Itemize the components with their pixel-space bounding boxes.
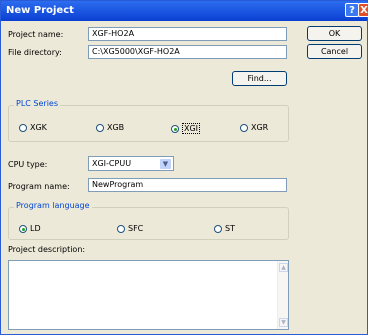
radio-indicator [240,123,248,132]
radio-selected-indicator [171,124,179,133]
radio-indicator [96,123,104,132]
project-description-label: Project description: [8,245,86,254]
radio-indicator [214,224,222,233]
radio-selected-indicator [19,224,27,233]
project-name-label: Project name: [8,30,64,39]
radio-xgb[interactable]: XGB [96,123,124,132]
cpu-type-select[interactable]: XGI-CPUU ▼ [88,156,174,171]
radio-xgi-label: XGI [182,123,201,134]
chevron-down-icon[interactable]: ▼ [159,158,172,170]
radio-indicator [19,123,27,132]
radio-xgk[interactable]: XGK [19,123,47,132]
plc-series-legend: PLC Series [14,99,61,108]
program-language-legend: Program language [14,201,92,210]
scroll-down-icon[interactable]: ▼ [279,318,288,327]
radio-st-label: ST [225,224,235,233]
dialog-title: New Project [6,5,74,16]
radio-sfc-label: SFC [128,224,144,233]
cpu-type-label: CPU type: [8,160,48,169]
find-button[interactable]: Find... [232,71,287,86]
radio-ld-label: LD [30,224,41,233]
title-bar: New Project ? X [1,1,368,21]
cpu-type-value: XGI-CPUU [92,159,132,168]
file-directory-label: File directory: [8,48,62,57]
vertical-scrollbar[interactable]: ▲ ▼ [277,261,288,329]
radio-sfc[interactable]: SFC [117,224,143,233]
file-directory-input[interactable]: C:\XG5000\XGF-HO2A [88,45,287,59]
ok-button[interactable]: OK [307,26,362,41]
radio-st[interactable]: ST [214,224,235,233]
new-project-dialog: New Project ? X Project name: XGF-HO2A F… [0,0,368,335]
program-name-label: Program name: [8,182,70,191]
radio-xgk-label: XGK [30,123,47,132]
cancel-button[interactable]: Cancel [307,44,362,59]
program-name-input[interactable]: NewProgram [88,178,287,192]
help-button[interactable]: ? [345,3,359,17]
radio-xgr-label: XGR [251,123,269,132]
radio-xgr[interactable]: XGR [240,123,268,132]
radio-xgi[interactable]: XGI [171,123,201,134]
program-language-group [8,207,289,240]
scroll-up-icon[interactable]: ▲ [279,263,288,272]
radio-xgb-label: XGB [107,123,125,132]
project-name-input[interactable]: XGF-HO2A [88,27,287,41]
radio-indicator [117,224,125,233]
project-description-textarea[interactable]: ▲ ▼ [8,260,289,330]
radio-ld[interactable]: LD [19,224,41,233]
close-button[interactable]: X [358,3,368,17]
